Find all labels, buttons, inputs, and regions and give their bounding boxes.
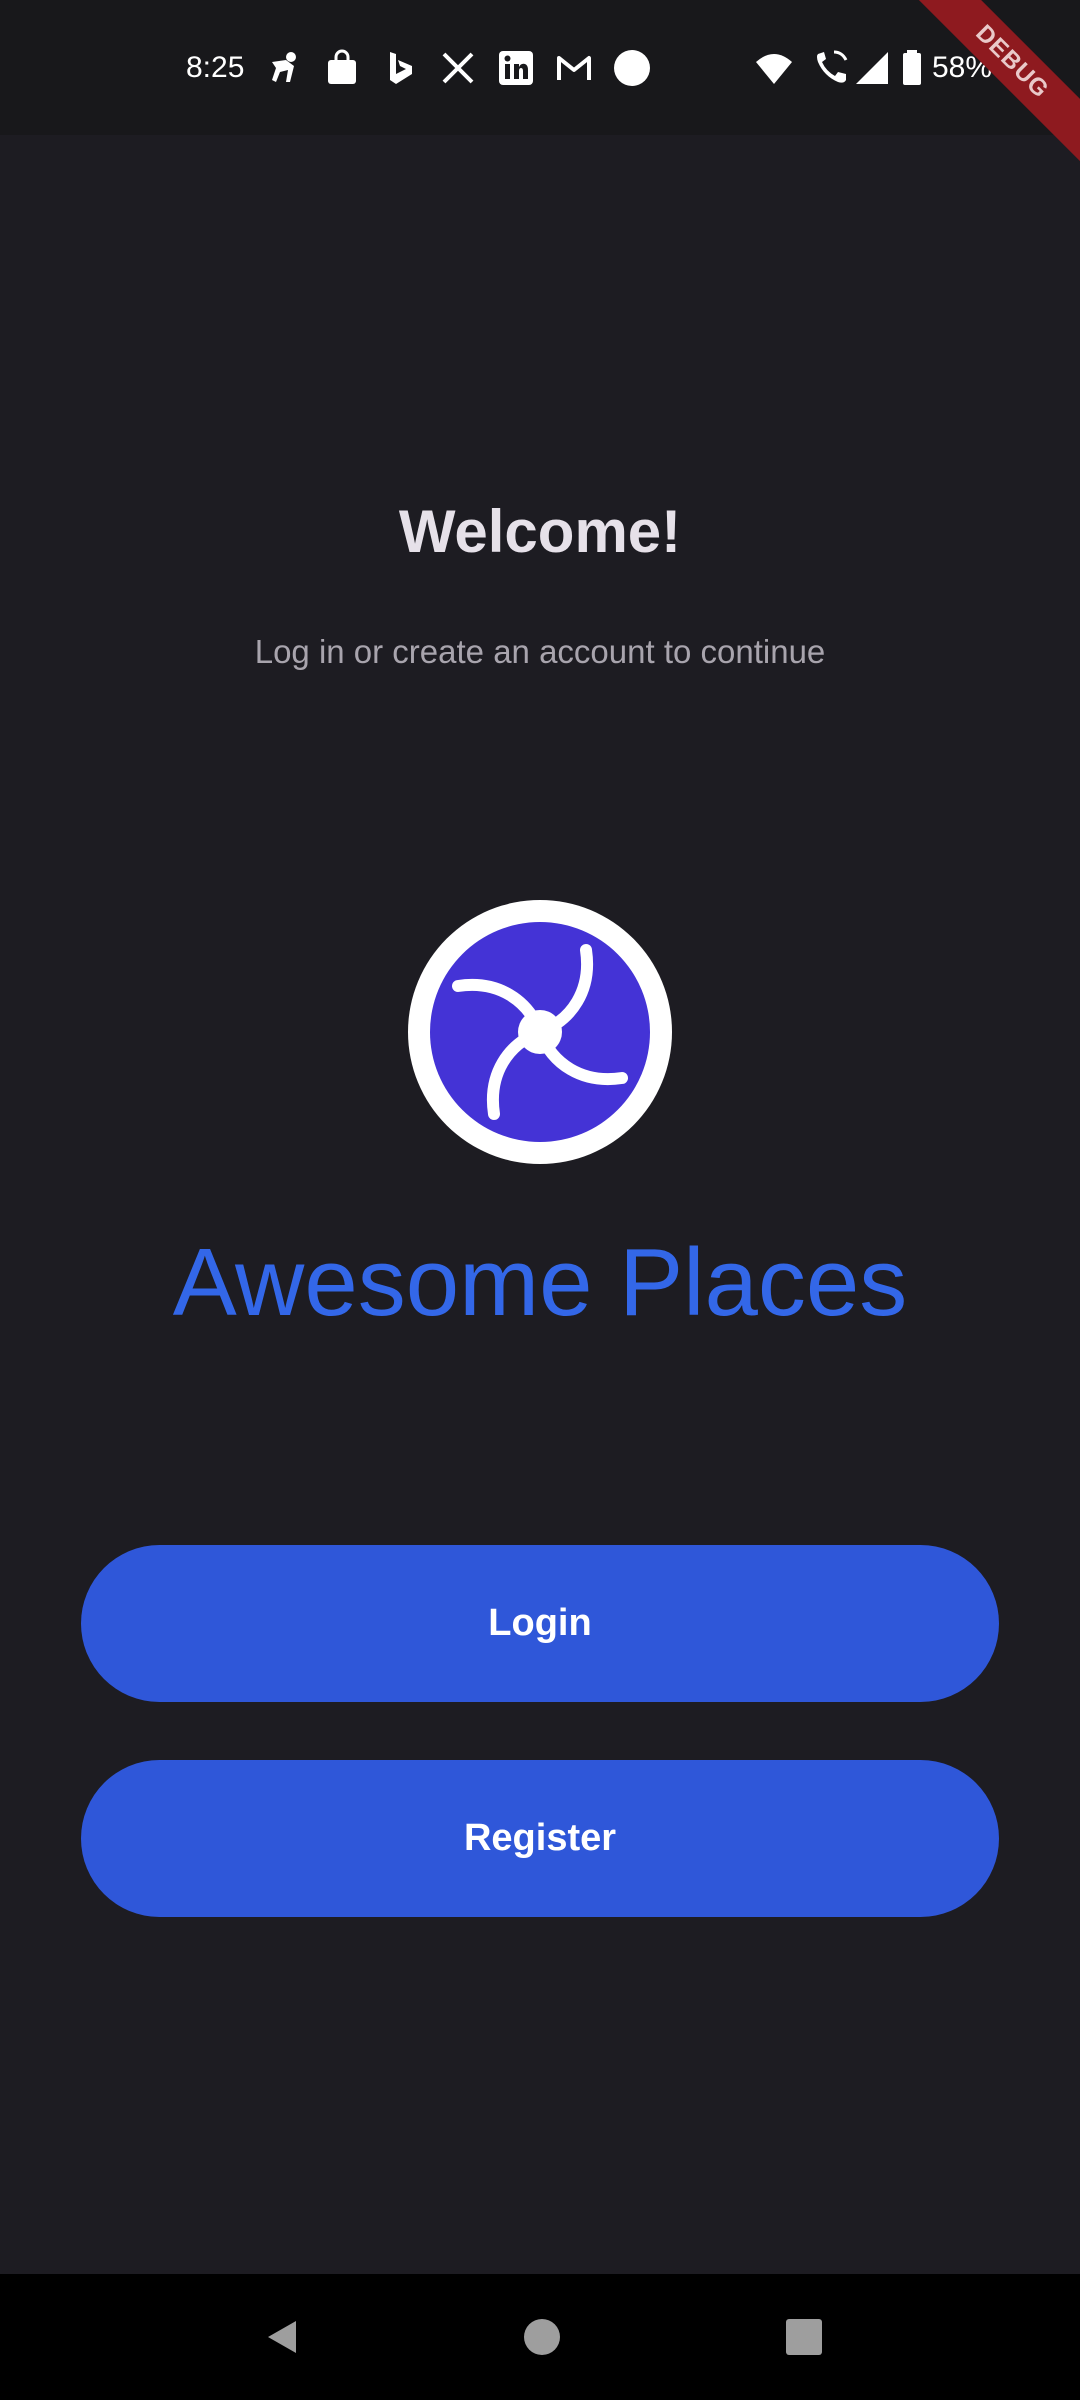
swirl-logo-icon (408, 900, 672, 1164)
white-circle-icon (612, 48, 652, 88)
wifi-icon (754, 48, 794, 88)
register-button[interactable]: Register (81, 1760, 999, 1917)
login-button[interactable]: Login (81, 1545, 999, 1702)
welcome-screen: 8:25 58% DEBUG Welcome! Log in or create… (0, 0, 1080, 2400)
gmail-icon (554, 48, 594, 88)
running-person-icon (264, 48, 304, 88)
app-name: Awesome Places (172, 1229, 908, 1336)
linkedin-icon (496, 48, 536, 88)
welcome-title: Welcome! (398, 498, 682, 565)
wifi-calling-icon (810, 48, 850, 88)
battery-icon (892, 48, 932, 88)
recents-icon[interactable] (784, 2317, 824, 2357)
signal-icon (852, 48, 892, 88)
home-icon[interactable] (522, 2317, 562, 2357)
status-bar: 8:25 58% DEBUG (0, 0, 1080, 170)
navigation-bar (0, 2274, 1080, 2400)
status-time: 8:25 (186, 51, 245, 84)
welcome-subtitle: Log in or create an account to continue (254, 633, 826, 670)
shopping-bag-icon (322, 48, 362, 88)
back-icon[interactable] (262, 2317, 302, 2357)
x-icon (438, 48, 478, 88)
bing-icon (380, 48, 420, 88)
